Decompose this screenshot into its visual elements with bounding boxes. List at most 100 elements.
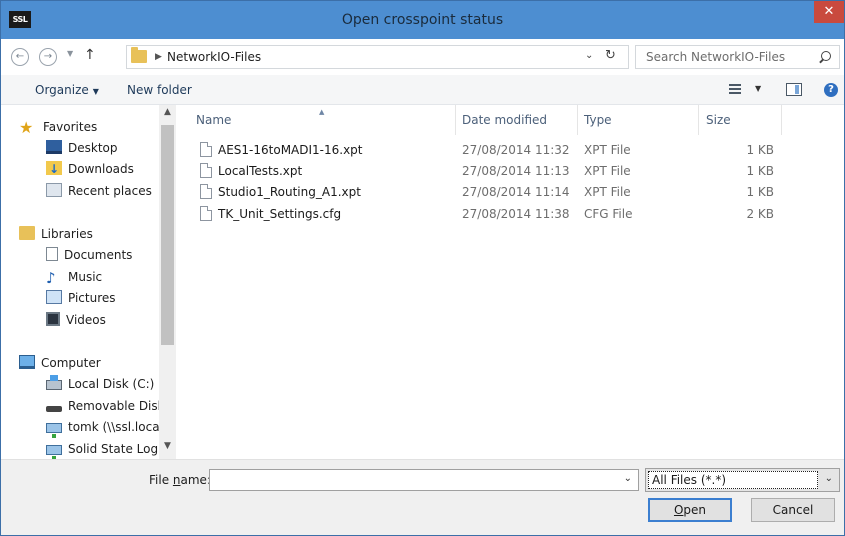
file-type: XPT File — [584, 164, 631, 178]
column-header-size[interactable]: Size — [706, 113, 731, 127]
search-input[interactable] — [636, 46, 816, 68]
up-button[interactable]: ↑ — [84, 47, 96, 63]
sidebar-item-libraries[interactable]: Libraries — [19, 224, 93, 244]
sidebar-item-videos[interactable]: Videos — [46, 310, 106, 330]
sidebar-item-removable-disk[interactable]: Removable Disk ( — [46, 396, 173, 416]
desktop-icon — [46, 140, 62, 154]
view-options-caret-icon[interactable]: ▼ — [755, 84, 761, 93]
address-bar[interactable]: ▶ NetworkIO-Files ⌄ ↻ — [126, 45, 629, 69]
caret-down-icon: ▼ — [92, 87, 99, 96]
sidebar-label: Favorites — [43, 120, 98, 134]
sidebar-label: Solid State Logic — [68, 442, 169, 456]
file-name: TK_Unit_Settings.cfg — [218, 207, 342, 221]
documents-icon — [46, 247, 58, 261]
sidebar-item-music[interactable]: ♪ Music — [46, 267, 102, 287]
recent-locations-dropdown[interactable]: ▼ — [67, 49, 73, 58]
music-icon: ♪ — [46, 269, 56, 287]
file-icon — [200, 142, 212, 157]
column-divider[interactable] — [577, 105, 578, 135]
file-name-label: File name: — [149, 473, 211, 487]
close-button[interactable]: ✕ — [814, 1, 844, 23]
file-name: LocalTests.xpt — [218, 164, 303, 178]
change-view-icon[interactable] — [729, 84, 741, 95]
sidebar-label: Pictures — [68, 291, 116, 305]
file-size: 2 KB — [746, 207, 774, 221]
sidebar-item-desktop[interactable]: Desktop — [46, 138, 118, 158]
recent-places-icon — [46, 183, 62, 197]
search-icon[interactable] — [821, 51, 831, 61]
column-divider[interactable] — [698, 105, 699, 135]
star-icon: ★ — [19, 118, 34, 137]
help-icon[interactable]: ? — [824, 83, 838, 97]
sidebar-item-favorites[interactable]: ★ Favorites — [19, 117, 97, 137]
scroll-up-icon[interactable]: ▲ — [159, 107, 176, 123]
network-drive-icon — [46, 445, 62, 460]
sidebar-label: Removable Disk ( — [68, 399, 174, 413]
cancel-button[interactable]: Cancel — [751, 498, 835, 522]
search-box[interactable] — [635, 45, 840, 69]
file-date: 27/08/2014 11:13 — [462, 164, 570, 178]
libraries-icon — [19, 226, 35, 240]
file-name-combobox[interactable]: ⌄ — [209, 469, 639, 491]
file-date: 27/08/2014 11:14 — [462, 185, 570, 199]
scrollbar-thumb[interactable] — [161, 125, 174, 345]
open-dialog-window: SSL Open crosspoint status ✕ ← → ▼ ↑ ▶ N… — [0, 0, 845, 536]
file-type: XPT File — [584, 185, 631, 199]
file-type: XPT File — [584, 143, 631, 157]
column-header-type[interactable]: Type — [584, 113, 612, 127]
address-dropdown-icon[interactable]: ⌄ — [585, 50, 593, 61]
sidebar-item-network-drive-ssl[interactable]: Solid State Logic — [46, 439, 169, 460]
sidebar-item-network-drive-tomk[interactable]: tomk (\\ssl.local\ — [46, 417, 167, 438]
title-bar[interactable]: SSL Open crosspoint status ✕ — [1, 1, 844, 39]
navigation-pane: ★ Favorites Desktop Downloads Recent plac… — [1, 105, 176, 460]
file-icon — [200, 163, 212, 178]
computer-icon — [19, 355, 35, 369]
sort-ascending-icon: ▲ — [319, 108, 325, 116]
sidebar-item-downloads[interactable]: Downloads — [46, 159, 134, 179]
organize-button[interactable]: Organize ▼ — [35, 83, 99, 99]
refresh-icon[interactable]: ↻ — [605, 48, 616, 63]
file-name-input[interactable] — [210, 470, 610, 490]
file-row[interactable]: TK_Unit_Settings.cfg 27/08/2014 11:38 CF… — [198, 204, 818, 224]
sidebar-scrollbar[interactable]: ▲ ▼ — [159, 105, 176, 459]
sidebar-label: Music — [68, 270, 103, 284]
breadcrumb-chevron-icon[interactable]: ▶ — [155, 49, 162, 65]
navigation-bar: ← → ▼ ↑ ▶ NetworkIO-Files ⌄ ↻ — [1, 39, 844, 75]
local-disk-icon — [46, 375, 62, 390]
file-list: ▲ Name Date modified Type Size AES1-16to… — [176, 105, 844, 459]
file-row[interactable]: Studio1_Routing_A1.xpt 27/08/2014 11:14 … — [198, 182, 818, 202]
chevron-down-icon[interactable]: ⌄ — [825, 473, 833, 484]
breadcrumb-networkio-files[interactable]: NetworkIO-Files — [167, 49, 261, 65]
sidebar-label: Videos — [66, 313, 106, 327]
dialog-footer: File name: ⌄ All Files (*.*) ⌄ Open Canc… — [1, 459, 844, 535]
column-divider[interactable] — [781, 105, 782, 135]
column-divider[interactable] — [455, 105, 456, 135]
file-row[interactable]: LocalTests.xpt 27/08/2014 11:13 XPT File… — [198, 161, 818, 181]
file-row[interactable]: AES1-16toMADI1-16.xpt 27/08/2014 11:32 X… — [198, 140, 818, 160]
chevron-down-icon[interactable]: ⌄ — [624, 473, 632, 484]
file-size: 1 KB — [746, 164, 774, 178]
back-button[interactable]: ← — [11, 48, 29, 66]
sidebar-label: tomk (\\ssl.local\ — [68, 420, 167, 434]
sidebar-item-pictures[interactable]: Pictures — [46, 288, 116, 308]
folder-icon — [131, 47, 147, 63]
sidebar-item-computer[interactable]: Computer — [19, 353, 101, 373]
videos-icon — [46, 312, 60, 326]
dialog-title: Open crosspoint status — [341, 12, 504, 28]
network-drive-icon — [46, 423, 62, 438]
sidebar-item-recent-places[interactable]: Recent places — [46, 181, 152, 201]
file-name: AES1-16toMADI1-16.xpt — [218, 143, 363, 157]
column-header-name[interactable]: Name — [196, 113, 231, 127]
sidebar-label: Downloads — [68, 162, 134, 176]
forward-button[interactable]: → — [39, 48, 57, 66]
scroll-down-icon[interactable]: ▼ — [159, 441, 176, 457]
open-button[interactable]: Open — [648, 498, 732, 522]
sidebar-item-documents[interactable]: Documents — [46, 245, 132, 265]
file-type-filter-select[interactable]: All Files (*.*) ⌄ — [645, 468, 840, 492]
preview-pane-icon[interactable] — [786, 83, 802, 96]
column-header-date-modified[interactable]: Date modified — [462, 113, 547, 127]
sidebar-item-local-disk[interactable]: Local Disk (C:) — [46, 374, 154, 394]
new-folder-button[interactable]: New folder — [127, 83, 192, 97]
sidebar-label: Local Disk (C:) — [68, 377, 155, 391]
removable-disk-icon — [46, 406, 62, 412]
